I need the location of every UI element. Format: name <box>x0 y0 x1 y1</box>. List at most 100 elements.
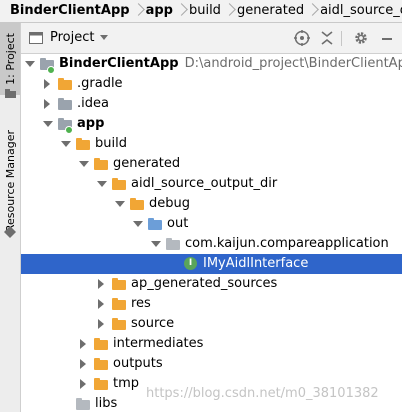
folder-icon-shape <box>76 398 90 410</box>
expand-arrow-right-icon[interactable] <box>97 314 107 334</box>
tree-row[interactable]: outputs <box>21 354 402 374</box>
header-divider <box>341 31 342 46</box>
expand-arrow-down-icon[interactable] <box>151 234 161 254</box>
expand-arrow-right-icon[interactable] <box>43 74 53 94</box>
tree-row[interactable]: I IMyAidlInterface <box>21 254 402 274</box>
folder-icon <box>57 77 73 91</box>
expand-arrow-right-icon[interactable] <box>97 294 107 314</box>
module-folder-icon <box>57 117 73 134</box>
folder-icon <box>93 357 109 371</box>
gear-icon[interactable] <box>353 30 369 46</box>
expand-arrow-down-icon[interactable] <box>97 174 107 194</box>
tree-row[interactable]: source <box>21 314 402 334</box>
resource-manager-icon <box>4 226 16 238</box>
tree-item-name: build <box>95 136 127 151</box>
project-view-selector[interactable]: Project <box>50 30 94 45</box>
tree-item-name: IMyAidlInterface <box>203 256 309 271</box>
tree-row[interactable]: app <box>21 114 402 134</box>
minimize-icon[interactable] <box>379 30 395 46</box>
expand-arrow-right-icon[interactable] <box>79 374 89 394</box>
tree-item-name: source <box>131 316 175 331</box>
folder-icon <box>75 137 91 151</box>
module-folder-icon <box>39 57 55 74</box>
folder-icon-shape <box>130 198 144 210</box>
tree-row[interactable]: BinderClientApp D:\android_project\Binder… <box>21 54 402 74</box>
tree-item-label: generated <box>113 154 180 174</box>
tab-project[interactable]: 1: Project <box>0 23 20 95</box>
chevron-down-icon[interactable] <box>100 35 108 40</box>
tree-row[interactable]: .idea <box>21 94 402 114</box>
tree-item-label: tmp <box>113 374 139 394</box>
expand-arrow-down-icon[interactable] <box>79 154 89 174</box>
tree-row[interactable]: build <box>21 134 402 154</box>
expand-arrow-right-icon[interactable] <box>79 334 89 354</box>
tree-item-label: libs <box>95 394 117 414</box>
folder-icon-shape <box>94 378 108 390</box>
expand-arrow-down-icon[interactable] <box>43 114 53 134</box>
expand-arrow-down-icon[interactable] <box>25 54 35 74</box>
interface-badge: I <box>184 257 197 270</box>
tree-row[interactable]: res <box>21 294 402 314</box>
tree-item-label: app <box>77 114 104 134</box>
tree-item-label: .gradle <box>77 74 123 94</box>
source-folder-icon-shape <box>148 218 162 230</box>
tree-item-name: tmp <box>113 376 140 391</box>
breadcrumb-item-generated[interactable]: generated <box>227 0 304 22</box>
breadcrumb-item-project[interactable]: BinderClientApp <box>0 0 130 22</box>
folder-icon-shape <box>58 98 72 110</box>
module-dot-icon <box>47 66 55 74</box>
tree-item-label: build <box>95 134 127 154</box>
tree-row[interactable]: .gradle <box>21 74 402 94</box>
tab-project-label: 1: Project <box>3 33 17 85</box>
folder-icon <box>129 197 145 211</box>
tree-item-label: source <box>131 314 174 334</box>
tree-item-label: intermediates <box>113 334 203 354</box>
tree-item-name: res <box>131 296 151 311</box>
tree-item-label: debug <box>149 194 190 214</box>
tree-row[interactable]: out <box>21 214 402 234</box>
tree-item-label: BinderClientApp D:\android_project\Binder… <box>59 54 402 74</box>
expand-arrow-down-icon[interactable] <box>61 134 71 154</box>
folder-icon <box>75 397 91 411</box>
expand-arrow-down-icon[interactable] <box>115 194 125 214</box>
breadcrumb-item-aidl-source-output[interactable]: aidl_source_output_ <box>310 0 402 22</box>
folder-icon <box>93 157 109 171</box>
folder-icon-shape <box>112 298 126 310</box>
tree-item-name: ap_generated_sources <box>131 276 278 291</box>
project-folder-icon <box>5 89 16 98</box>
expand-arrow-right-icon[interactable] <box>79 354 89 374</box>
tab-resource-manager[interactable]: Resource Manager <box>0 119 20 243</box>
package-folder-icon <box>165 237 181 251</box>
tree-item-label: com.kaijun.compareapplication <box>185 234 389 254</box>
folder-icon-shape <box>76 138 90 150</box>
tree-row[interactable]: com.kaijun.compareapplication <box>21 234 402 254</box>
folder-icon-shape <box>58 78 72 90</box>
tree-item-name: com.kaijun.compareapplication <box>185 236 389 251</box>
tree-item-name: aidl_source_output_dir <box>131 176 278 191</box>
module-dot-icon <box>65 126 73 134</box>
tree-row[interactable]: debug <box>21 194 402 214</box>
tree-row[interactable]: aidl_source_output_dir <box>21 174 402 194</box>
expand-arrow-down-icon[interactable] <box>133 214 143 234</box>
tree-item-label: IMyAidlInterface <box>203 254 308 274</box>
expand-arrow-right-icon[interactable] <box>43 94 53 114</box>
tree-row[interactable]: ap_generated_sources <box>21 274 402 294</box>
tree-item-name: .idea <box>77 96 109 111</box>
source-folder-icon <box>147 217 163 231</box>
tree-item-name: generated <box>113 156 181 171</box>
tree-item-name: libs <box>95 396 118 411</box>
folder-icon-shape <box>94 158 108 170</box>
tree-item-label: out <box>167 214 188 234</box>
tree-row[interactable]: generated <box>21 154 402 174</box>
tree-row[interactable]: intermediates <box>21 334 402 354</box>
tree-item-path: D:\android_project\BinderClientApp <box>184 56 402 71</box>
folder-icon <box>111 317 127 331</box>
breadcrumb: BinderClientApp app build generated aidl… <box>0 0 402 23</box>
interface-icon: I <box>183 257 199 271</box>
project-panel-header: Project <box>21 23 402 54</box>
expand-arrow-right-icon[interactable] <box>97 274 107 294</box>
tree-item-label: res <box>131 294 151 314</box>
collapse-all-icon[interactable] <box>319 30 335 46</box>
globe-icon[interactable] <box>294 30 310 46</box>
folder-icon <box>111 177 127 191</box>
